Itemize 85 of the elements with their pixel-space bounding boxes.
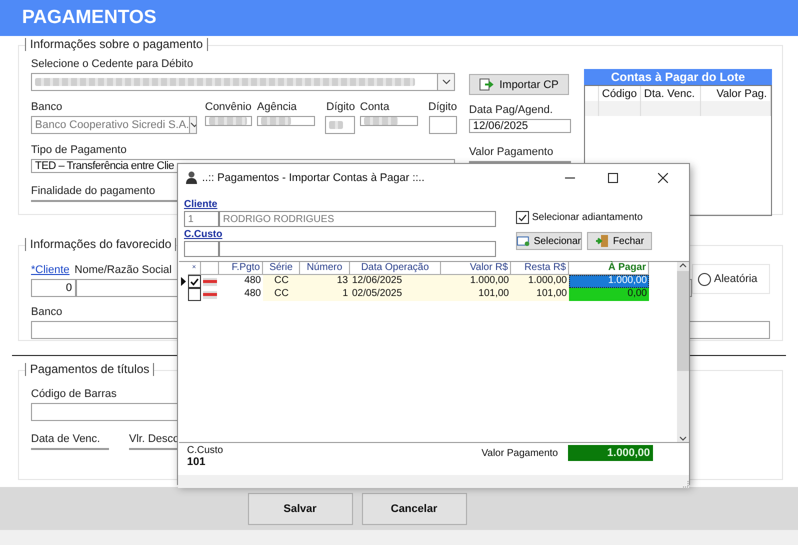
client-name-field[interactable]: RODRIGO RODRIGUES (219, 211, 496, 227)
table-cell: 02/05/2025 (350, 288, 441, 301)
convenio-field[interactable] (205, 116, 252, 126)
client-code-field[interactable]: 1 (184, 211, 219, 227)
exit-door-icon (594, 235, 609, 247)
column-header: Código (599, 86, 641, 116)
page-title: PAGAMENTOS (22, 7, 156, 29)
checkbox[interactable] (516, 211, 529, 224)
close-icon (658, 172, 668, 182)
stripe-icon (203, 278, 217, 286)
footer-button[interactable]: Cancelar (362, 492, 466, 524)
scrollbar[interactable] (677, 262, 689, 442)
table-cell: 0,00 (569, 288, 649, 301)
field-label: Selecione o Cedente para Débito (31, 58, 194, 72)
field-label: Dígito (428, 101, 457, 115)
dialog-button[interactable]: Selecionar (516, 232, 582, 250)
blurred-text (364, 117, 398, 125)
blurred-text (329, 121, 343, 129)
resize-grip-icon (681, 480, 689, 488)
cost-center-label: C.Custo (187, 445, 224, 456)
date-field[interactable]: 12/06/2025 (469, 119, 571, 133)
checkbox-label: Selecionar adiantamento (532, 212, 643, 223)
scroll-down-icon (679, 436, 687, 442)
client-code-field[interactable]: 0 (31, 279, 76, 297)
table-cell: 1.000,00 (441, 275, 511, 288)
section-legend: Pagamentos de títulos (25, 363, 154, 376)
table-cell: CC (263, 275, 300, 288)
footer-button[interactable]: Salvar (248, 492, 352, 524)
radio-label: Aleatória (714, 273, 758, 285)
radio-button[interactable] (698, 272, 711, 286)
maximize-icon (608, 172, 618, 182)
column-header: Dta. Venc. (641, 86, 701, 116)
client-link[interactable]: *Cliente (31, 264, 70, 276)
table-cell: 1 (300, 288, 350, 301)
import-button[interactable]: Importar CP (469, 74, 569, 95)
table-cell: 1.000,00 (569, 275, 649, 288)
field-label: Valor Pagamento (469, 146, 554, 160)
table-cell: CC (263, 288, 300, 301)
cost-center-link[interactable]: C.Custo (184, 229, 496, 240)
user-icon (186, 171, 197, 184)
field-label: Dígito (326, 101, 355, 115)
field-label: Banco (31, 101, 64, 115)
blank-column-header (201, 262, 219, 275)
column-header: Valor Pag. (701, 86, 771, 116)
blurred-text (209, 117, 247, 125)
field-label: Nome/Razão Social (74, 264, 172, 278)
table-cell: 101,00 (511, 288, 569, 301)
field-label: Finalidade do pagamento (31, 185, 156, 199)
stripe-icon (203, 290, 217, 298)
table-cell: 101,00 (441, 288, 511, 301)
field-label: Data Pag/Agend. (469, 104, 554, 118)
section-legend: Informações sobre o pagamento (25, 38, 208, 51)
field-label: Convênio (205, 101, 252, 115)
cedente-select[interactable] (31, 73, 455, 91)
bank-select[interactable]: Banco Cooperativo Sicredi S.A. (31, 116, 197, 134)
digit-field[interactable] (325, 116, 355, 134)
agency-field[interactable] (257, 116, 315, 126)
field-label: Conta (360, 101, 390, 115)
panel-title: Contas à Pagar do Lote (584, 69, 772, 85)
cost-center-name-field[interactable] (219, 241, 496, 257)
cost-center-code-field[interactable] (184, 241, 219, 257)
dialog-title: ..:: Pagamentos - Importar Contas à Pagar ::.. (202, 172, 426, 184)
scroll-up-icon (679, 262, 687, 268)
field-label: Data de Venc. (31, 433, 102, 447)
field-label: Agência (257, 101, 298, 115)
blurred-text (261, 117, 291, 125)
table-cell: 1.000,00 (511, 275, 569, 288)
window-icon (517, 236, 530, 246)
table-cell: 13 (300, 275, 350, 288)
import-icon (479, 78, 496, 91)
cost-center-value: 101 (187, 456, 206, 468)
amount-label: Valor Pagamento (481, 448, 558, 459)
row-header-cell (585, 86, 599, 116)
field-label: Código de Barras (31, 388, 118, 402)
field-label: Banco (31, 306, 64, 320)
row-checkbox[interactable] (188, 275, 201, 288)
amount-value: 1.000,00 (568, 445, 653, 461)
section-legend: Informações do favorecido (25, 238, 176, 251)
dialog-button[interactable]: Fechar (587, 232, 652, 250)
digit-field[interactable] (429, 116, 457, 134)
row-checkbox[interactable] (188, 288, 201, 301)
account-field[interactable] (360, 116, 418, 126)
field-label: Tipo de Pagamento (31, 144, 128, 158)
client-link[interactable]: Cliente (184, 199, 496, 210)
table-cell: 12/06/2025 (350, 275, 441, 288)
